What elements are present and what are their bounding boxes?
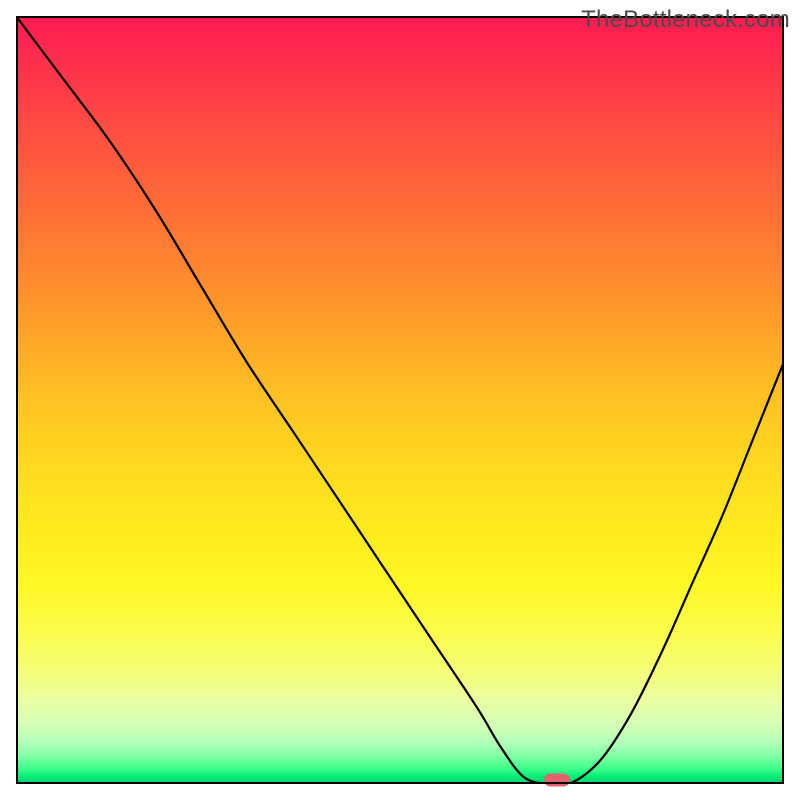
watermark-label: TheBottleneck.com [581, 6, 790, 34]
chart-container: TheBottleneck.com [0, 0, 800, 800]
optimal-marker [544, 774, 570, 787]
background-gradient [16, 16, 784, 784]
plot-area [16, 16, 784, 784]
